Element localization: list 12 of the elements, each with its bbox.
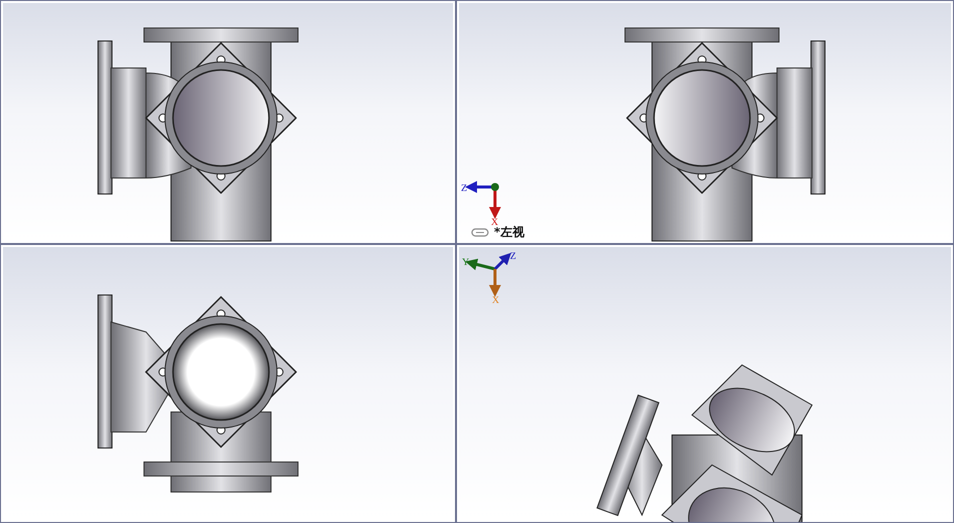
axis-label: Z xyxy=(461,183,468,194)
axis-label: Z xyxy=(510,251,516,262)
axis-label: X xyxy=(491,217,498,228)
model-viewport[interactable] xyxy=(0,0,456,244)
axis-triad-drawing xyxy=(465,181,501,219)
axis-label: X xyxy=(492,295,500,306)
link-icon xyxy=(471,228,489,237)
axis-label: Y xyxy=(462,257,470,268)
model-viewport[interactable]: Y Z X xyxy=(456,244,954,523)
view-name: *左视 xyxy=(494,225,524,241)
model-viewport[interactable]: Z X *左视 xyxy=(456,0,954,244)
model-viewport[interactable] xyxy=(0,244,456,523)
